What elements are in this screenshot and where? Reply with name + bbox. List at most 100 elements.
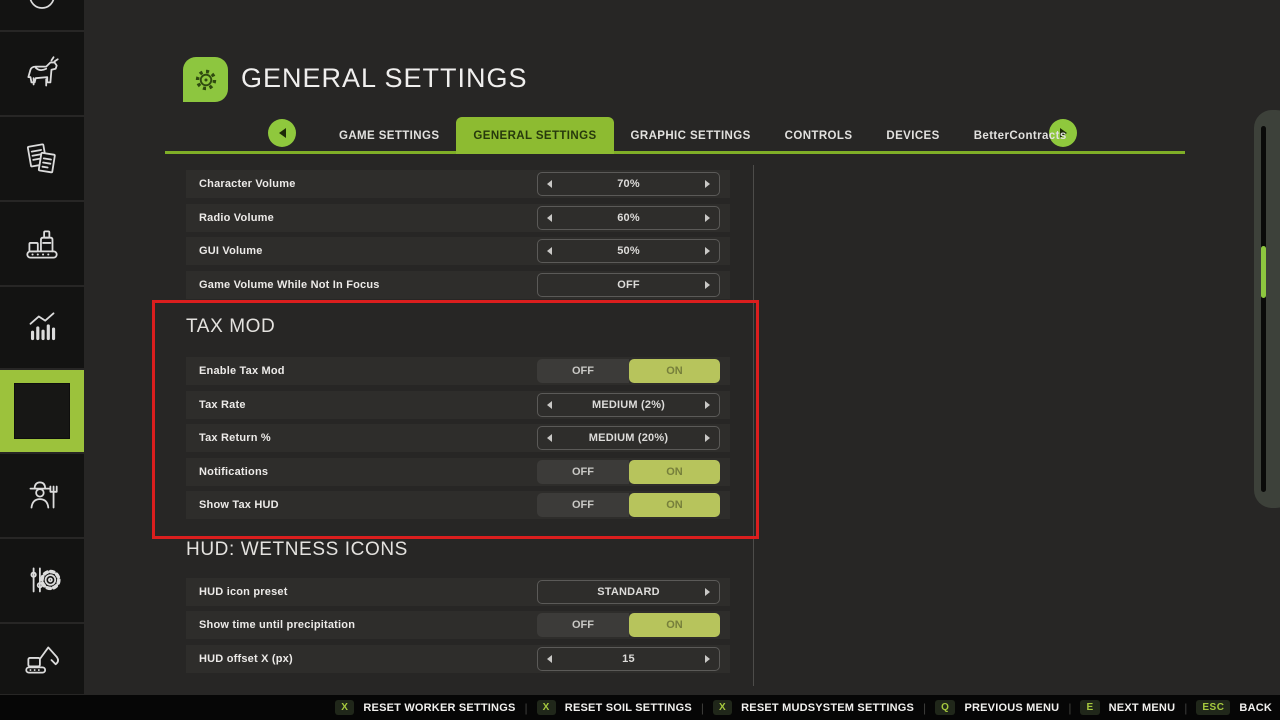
sidebar-item-partial[interactable]: [0, 0, 84, 30]
setting-label: Enable Tax Mod: [199, 357, 285, 385]
list-scroll-track[interactable]: [753, 165, 754, 686]
setting-row-hud-icon-preset: HUD icon preset STANDARD: [186, 578, 730, 606]
setting-row-tax-rate: Tax Rate MEDIUM (2%): [186, 391, 730, 419]
stepper-left-arrow-icon[interactable]: [547, 655, 552, 663]
sliders-gear-icon: [21, 560, 63, 602]
stepper-right-arrow-icon[interactable]: [705, 214, 710, 222]
stepper-left-arrow-icon[interactable]: [547, 180, 552, 188]
setting-row-gui-volume: GUI Volume 50%: [186, 237, 730, 265]
section-title-tax-mod: TAX MOD: [186, 316, 275, 338]
reset-worker-settings-button[interactable]: X RESET WORKER SETTINGS: [335, 700, 515, 715]
setting-row-character-volume: Character Volume 70%: [186, 170, 730, 198]
tab-graphic-settings[interactable]: GRAPHIC SETTINGS: [614, 117, 768, 154]
toggle-on-button[interactable]: ON: [629, 460, 720, 484]
setting-label: Show Tax HUD: [199, 491, 279, 519]
stepper-value: STANDARD: [597, 586, 660, 598]
game-volume-focus-stepper[interactable]: OFF: [537, 273, 720, 297]
tab-bar: GAME SETTINGS GENERAL SETTINGS GRAPHIC S…: [322, 117, 1084, 154]
page-scrollbar-track[interactable]: [1261, 126, 1266, 492]
general-settings-icon: [14, 383, 70, 439]
toggle-off-button[interactable]: OFF: [537, 460, 629, 484]
reset-mudsystem-settings-button[interactable]: X RESET MUDSYSTEM SETTINGS: [713, 700, 914, 715]
toggle-off-button[interactable]: OFF: [537, 359, 629, 383]
toggle-off-button[interactable]: OFF: [537, 613, 629, 637]
stepper-right-arrow-icon[interactable]: [705, 655, 710, 663]
stepper-left-arrow-icon[interactable]: [547, 434, 552, 442]
radio-volume-stepper[interactable]: 60%: [537, 206, 720, 230]
sidebar-item-statistics[interactable]: [0, 287, 84, 368]
setting-label: Tax Return %: [199, 424, 271, 452]
show-tax-hud-toggle: OFF ON: [537, 493, 720, 517]
stepper-right-arrow-icon[interactable]: [705, 401, 710, 409]
setting-row-radio-volume: Radio Volume 60%: [186, 204, 730, 232]
stepper-right-arrow-icon[interactable]: [705, 180, 710, 188]
sidebar-item-characters[interactable]: [0, 454, 84, 537]
production-icon: [21, 223, 63, 265]
sidebar-item-contracts[interactable]: [0, 117, 84, 200]
setting-row-enable-tax-mod: Enable Tax Mod OFF ON: [186, 357, 730, 385]
footer-action-label: NEXT MENU: [1109, 702, 1176, 714]
precipitation-time-toggle: OFF ON: [537, 613, 720, 637]
toggle-on-button[interactable]: ON: [629, 493, 720, 517]
key-badge-x: X: [713, 700, 732, 715]
stepper-left-arrow-icon[interactable]: [547, 401, 552, 409]
tax-return-stepper[interactable]: MEDIUM (20%): [537, 426, 720, 450]
tab-controls[interactable]: CONTROLS: [768, 117, 870, 154]
footer-action-label: PREVIOUS MENU: [964, 702, 1059, 714]
stepper-left-arrow-icon[interactable]: [547, 214, 552, 222]
page-scrollbar-thumb[interactable]: [1261, 246, 1266, 298]
back-button[interactable]: ESC BACK: [1196, 700, 1272, 715]
character-volume-stepper[interactable]: 70%: [537, 172, 720, 196]
footer-action-label: RESET SOIL SETTINGS: [565, 702, 692, 714]
stepper-value: 15: [622, 653, 635, 665]
general-settings-screen: { "header": { "title": "GENERAL SETTINGS…: [0, 0, 1280, 720]
page-icon-bubble: [183, 57, 228, 102]
setting-row-notifications: Notifications OFF ON: [186, 458, 730, 486]
next-menu-button[interactable]: E NEXT MENU: [1080, 700, 1175, 715]
footer-separator: |: [923, 701, 926, 715]
footer-separator: |: [525, 701, 528, 715]
setting-row-hud-offset-x: HUD offset X (px) 15: [186, 645, 730, 673]
setting-label: HUD offset X (px): [199, 645, 293, 673]
stepper-right-arrow-icon[interactable]: [705, 588, 710, 596]
notifications-toggle: OFF ON: [537, 460, 720, 484]
key-badge-x: X: [335, 700, 354, 715]
hud-offset-x-stepper[interactable]: 15: [537, 647, 720, 671]
excavator-icon: [21, 638, 63, 680]
sidebar-item-production[interactable]: [0, 202, 84, 285]
stepper-left-arrow-icon[interactable]: [547, 247, 552, 255]
previous-menu-button[interactable]: Q PREVIOUS MENU: [935, 700, 1059, 715]
stepper-right-arrow-icon[interactable]: [705, 434, 710, 442]
stepper-value: MEDIUM (2%): [592, 399, 665, 411]
setting-label: Game Volume While Not In Focus: [199, 271, 380, 299]
tabs-prev-button[interactable]: [268, 119, 296, 147]
stepper-right-arrow-icon[interactable]: [705, 247, 710, 255]
toggle-off-button[interactable]: OFF: [537, 493, 629, 517]
tab-devices[interactable]: DEVICES: [869, 117, 956, 154]
setting-row-show-precipitation-time: Show time until precipitation OFF ON: [186, 611, 730, 639]
stepper-value: MEDIUM (20%): [589, 432, 668, 444]
setting-label: GUI Volume: [199, 237, 263, 265]
sidebar-item-animals[interactable]: [0, 32, 84, 115]
sidebar-item-mod-settings[interactable]: [0, 539, 84, 622]
tax-rate-stepper[interactable]: MEDIUM (2%): [537, 393, 720, 417]
tab-general-settings[interactable]: GENERAL SETTINGS: [456, 117, 613, 154]
stepper-value: 60%: [617, 212, 640, 224]
tab-bettercontracts[interactable]: BetterContracts: [957, 117, 1084, 154]
key-badge-e: E: [1080, 700, 1099, 715]
footer-separator: |: [1068, 701, 1071, 715]
gui-volume-stepper[interactable]: 50%: [537, 239, 720, 263]
sidebar-item-general-settings[interactable]: [0, 370, 84, 452]
toggle-on-button[interactable]: ON: [629, 613, 720, 637]
setting-row-game-volume-focus: Game Volume While Not In Focus OFF: [186, 271, 730, 299]
stepper-right-arrow-icon[interactable]: [705, 281, 710, 289]
toggle-on-button[interactable]: ON: [629, 359, 720, 383]
enable-tax-mod-toggle: OFF ON: [537, 359, 720, 383]
stepper-value: OFF: [617, 279, 640, 291]
sidebar-item-construction[interactable]: [0, 624, 84, 694]
hud-icon-preset-stepper[interactable]: STANDARD: [537, 580, 720, 604]
key-badge-x: X: [537, 700, 556, 715]
tab-game-settings[interactable]: GAME SETTINGS: [322, 117, 456, 154]
setting-label: Character Volume: [199, 170, 296, 198]
reset-soil-settings-button[interactable]: X RESET SOIL SETTINGS: [537, 700, 692, 715]
